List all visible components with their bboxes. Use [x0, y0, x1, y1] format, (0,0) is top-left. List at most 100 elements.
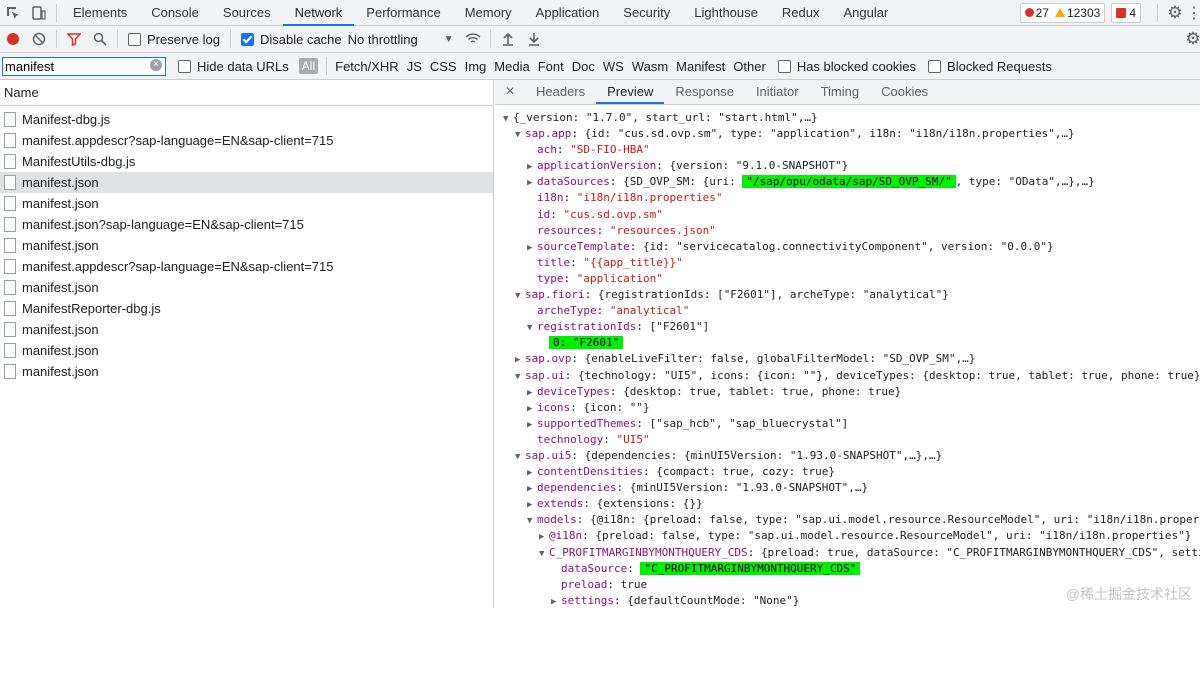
- import-har-icon[interactable]: [495, 26, 521, 52]
- request-row[interactable]: manifest.json: [0, 235, 493, 256]
- collapse-triangle-icon[interactable]: ▶: [551, 594, 561, 609]
- tab-console[interactable]: Console: [139, 0, 211, 26]
- request-row[interactable]: manifest.appdescr?sap-language=EN&sap-cl…: [0, 130, 493, 151]
- request-row[interactable]: manifest.json: [0, 319, 493, 340]
- checkbox-unchecked[interactable]: [178, 59, 191, 73]
- detail-tab-timing[interactable]: Timing: [810, 80, 871, 104]
- request-row[interactable]: ManifestUtils-dbg.js: [0, 151, 493, 172]
- json-line[interactable]: ▶ sap.ovp: {enableLiveFilter: false, glob…: [495, 351, 1200, 367]
- collapse-triangle-icon[interactable]: ▶: [527, 465, 537, 481]
- detail-tab-response[interactable]: Response: [664, 80, 745, 104]
- settings-gear-icon[interactable]: ⚙: [1162, 0, 1188, 26]
- expand-triangle-icon[interactable]: ▼: [515, 127, 525, 143]
- collapse-triangle-icon[interactable]: ▶: [527, 417, 537, 433]
- collapse-triangle-icon[interactable]: ▶: [539, 529, 549, 545]
- detail-tab-cookies[interactable]: Cookies: [870, 80, 939, 104]
- more-options-icon[interactable]: ⋮: [1186, 0, 1200, 26]
- json-line[interactable]: ▶ contentDensities: {compact: true, cozy:…: [495, 464, 1200, 480]
- close-icon[interactable]: ×: [495, 79, 525, 105]
- export-har-icon[interactable]: [521, 26, 547, 52]
- filter-type-ws[interactable]: WS: [599, 59, 628, 74]
- filter-type-font[interactable]: Font: [534, 59, 568, 74]
- json-line[interactable]: title: "{{app_title}}": [495, 255, 1200, 271]
- json-line[interactable]: ▶ applicationVersion: {version: "9.1.0-SN…: [495, 158, 1200, 174]
- json-line[interactable]: ▼ sap.ui5: {dependencies: {minUI5Version:…: [495, 448, 1200, 464]
- expand-triangle-icon[interactable]: ▼: [527, 320, 537, 336]
- issues-counter[interactable]: 4: [1111, 2, 1141, 23]
- tab-network[interactable]: Network: [282, 0, 355, 26]
- collapse-triangle-icon[interactable]: ▶: [527, 175, 537, 191]
- expand-triangle-icon[interactable]: ▼: [539, 546, 549, 562]
- json-line[interactable]: ▼ registrationIds: ["F2601"]: [495, 319, 1200, 335]
- json-line[interactable]: ▶ sourceTemplate: {id: "servicecatalog.co…: [495, 239, 1200, 255]
- json-line[interactable]: resources: "resources.json": [495, 223, 1200, 239]
- filter-type-css[interactable]: CSS: [426, 59, 461, 74]
- filter-icon[interactable]: [61, 26, 87, 52]
- device-toolbar-icon[interactable]: [26, 0, 52, 26]
- request-row[interactable]: manifest.json: [0, 361, 493, 382]
- json-line[interactable]: ▼ sap.fiori: {registrationIds: ["F2601"],…: [495, 287, 1200, 303]
- inspect-element-icon[interactable]: [0, 0, 26, 26]
- tab-security[interactable]: Security: [611, 0, 682, 26]
- network-settings-gear-icon[interactable]: ⚙: [1185, 26, 1200, 52]
- json-line[interactable]: dataSource: "C_PROFITMARGINBYMONTHQUERY_…: [495, 561, 1200, 577]
- tab-application[interactable]: Application: [524, 0, 612, 26]
- json-line[interactable]: i18n: "i18n/i18n.properties": [495, 190, 1200, 206]
- json-line[interactable]: ▼ sap.app: {id: "cus.sd.ovp.sm", type: "a…: [495, 126, 1200, 142]
- disable-cache-checkbox[interactable]: Disable cache: [240, 32, 342, 47]
- throttling-select[interactable]: No throttling ▼: [348, 32, 454, 47]
- expand-triangle-icon[interactable]: ▼: [515, 369, 525, 385]
- hide-data-urls-checkbox[interactable]: Hide data URLs: [178, 59, 289, 74]
- filter-type-manifest[interactable]: Manifest: [672, 59, 729, 74]
- tab-elements[interactable]: Elements: [61, 0, 139, 26]
- request-row[interactable]: Manifest-dbg.js: [0, 109, 493, 130]
- collapse-triangle-icon[interactable]: ▶: [527, 385, 537, 401]
- json-line[interactable]: ▶ icons: {icon: ""}: [495, 400, 1200, 416]
- expand-triangle-icon[interactable]: ▼: [515, 288, 525, 304]
- json-line[interactable]: ▶ supportedThemes: ["sap_hcb", "sap_bluec…: [495, 416, 1200, 432]
- json-line[interactable]: ▼ C_PROFITMARGINBYMONTHQUERY_CDS: {preloa…: [495, 545, 1200, 561]
- tab-performance[interactable]: Performance: [354, 0, 452, 26]
- name-column-header[interactable]: Name: [0, 80, 493, 106]
- json-line[interactable]: technology: "UI5": [495, 432, 1200, 448]
- blocked-requests-checkbox[interactable]: Blocked Requests: [928, 59, 1052, 74]
- record-icon[interactable]: [0, 26, 26, 52]
- detail-tab-headers[interactable]: Headers: [525, 80, 596, 104]
- checkbox-checked[interactable]: [240, 32, 254, 46]
- blocked-cookies-checkbox[interactable]: Has blocked cookies: [777, 59, 916, 74]
- request-row[interactable]: manifest.json?sap-language=EN&sap-client…: [0, 214, 493, 235]
- detail-tab-initiator[interactable]: Initiator: [745, 80, 810, 104]
- collapse-triangle-icon[interactable]: ▶: [527, 159, 537, 175]
- collapse-triangle-icon[interactable]: ▶: [527, 481, 537, 497]
- tab-angular[interactable]: Angular: [831, 0, 900, 26]
- network-conditions-icon[interactable]: [460, 26, 486, 52]
- json-line[interactable]: ▼ sap.ui: {technology: "UI5", icons: {ico…: [495, 368, 1200, 384]
- request-row[interactable]: manifest.appdescr?sap-language=EN&sap-cl…: [0, 256, 493, 277]
- collapse-triangle-icon[interactable]: ▶: [515, 352, 525, 368]
- tab-lighthouse[interactable]: Lighthouse: [682, 0, 770, 26]
- json-line[interactable]: ▶ @i18n: {preload: false, type: "sap.ui.m…: [495, 528, 1200, 544]
- filter-type-js[interactable]: JS: [403, 59, 426, 74]
- expand-triangle-icon[interactable]: ▼: [503, 111, 513, 127]
- filter-type-doc[interactable]: Doc: [568, 59, 599, 74]
- collapse-triangle-icon[interactable]: ▶: [527, 401, 537, 417]
- console-counters[interactable]: 27 12303: [1019, 2, 1106, 23]
- filter-type-all[interactable]: All: [298, 58, 319, 74]
- request-row[interactable]: ManifestReporter-dbg.js: [0, 298, 493, 319]
- checkbox-unchecked[interactable]: [128, 32, 141, 46]
- json-line[interactable]: ▶ deviceTypes: {desktop: true, tablet: tr…: [495, 384, 1200, 400]
- checkbox-unchecked[interactable]: [777, 59, 791, 73]
- filter-type-fetchxhr[interactable]: Fetch/XHR: [331, 59, 403, 74]
- clear-icon[interactable]: [26, 26, 52, 52]
- tab-memory[interactable]: Memory: [453, 0, 524, 26]
- json-line[interactable]: ▼ {_version: "1.7.0", start_url: "start.h…: [495, 110, 1200, 126]
- detail-tab-preview[interactable]: Preview: [596, 80, 665, 104]
- expand-triangle-icon[interactable]: ▼: [515, 449, 525, 465]
- tab-sources[interactable]: Sources: [211, 0, 283, 26]
- json-line[interactable]: type: "application": [495, 271, 1200, 287]
- request-row[interactable]: manifest.json: [0, 172, 493, 193]
- json-line[interactable]: 0: "F2601": [495, 335, 1200, 351]
- scrollbar[interactable]: [1188, 185, 1200, 685]
- json-line[interactable]: ▶ extends: {extensions: {}}: [495, 496, 1200, 512]
- json-line[interactable]: ach: "SD-FIO-HBA": [495, 142, 1200, 158]
